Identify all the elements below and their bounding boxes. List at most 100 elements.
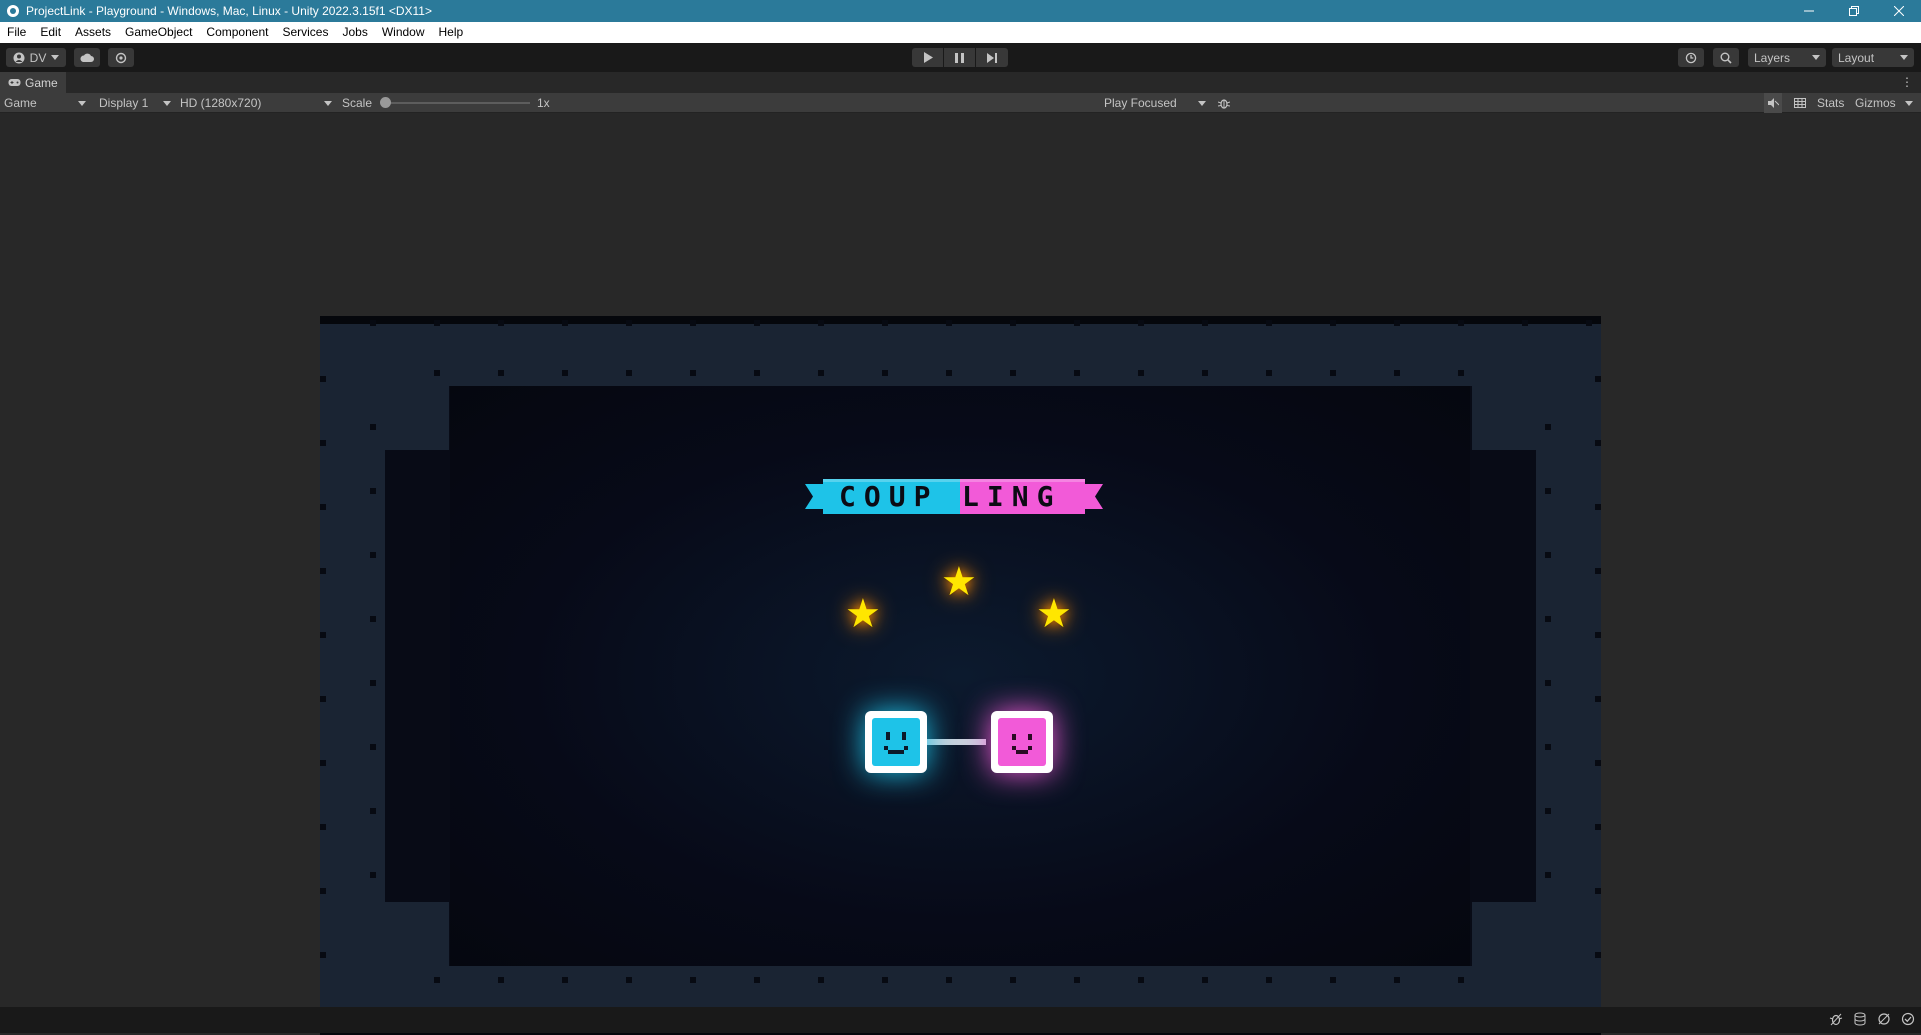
title-banner: COUP LING <box>805 479 1103 514</box>
wall-rivet <box>946 977 952 983</box>
resolution-select[interactable]: HD (1280x720) <box>176 93 336 113</box>
wall-rivet <box>498 320 504 326</box>
grid-button[interactable] <box>1790 93 1810 113</box>
minimize-button[interactable] <box>1786 0 1831 22</box>
wall-rivet <box>1266 370 1272 376</box>
wall-rivet <box>370 488 376 494</box>
wall-rivet <box>882 370 888 376</box>
stats-button[interactable]: Stats <box>1817 93 1844 113</box>
wall-rivet <box>1330 370 1336 376</box>
history-icon <box>1685 52 1697 63</box>
magenta-face <box>998 718 1046 766</box>
wall-rivet <box>370 616 376 622</box>
wall-rivet <box>1266 977 1272 983</box>
wall-rivet <box>320 504 326 510</box>
wall-rivet <box>946 320 952 326</box>
wall-rivet <box>754 370 760 376</box>
wall-rivet <box>1202 977 1208 983</box>
menu-component[interactable]: Component <box>199 22 275 43</box>
gizmos-dropdown[interactable] <box>1905 93 1913 113</box>
bug-icon <box>1218 99 1230 109</box>
wall-rivet <box>562 370 568 376</box>
wall-rivet <box>1545 616 1551 622</box>
menu-edit[interactable]: Edit <box>33 22 68 43</box>
cyan-player <box>865 711 927 773</box>
auto-gen-lighting-icon[interactable] <box>1877 1012 1891 1026</box>
search-button[interactable] <box>1713 48 1739 67</box>
wall-rivet <box>1595 760 1601 766</box>
wall-rivet <box>498 370 504 376</box>
check-icon[interactable] <box>1901 1012 1915 1026</box>
wall-rivet <box>370 552 376 558</box>
wall-rivet <box>818 320 824 326</box>
corner-block-br <box>1472 902 1536 966</box>
wall-rivet <box>1138 977 1144 983</box>
menu-help[interactable]: Help <box>432 22 471 43</box>
layout-dropdown[interactable]: Layout <box>1832 48 1914 67</box>
wall-rivet <box>434 977 440 983</box>
wall-rivet <box>434 320 440 326</box>
wall-rivet <box>1458 370 1464 376</box>
wall-rivet <box>320 440 326 446</box>
wall-rivet <box>370 320 376 326</box>
collab-icon <box>115 52 127 63</box>
search-icon <box>1720 52 1732 64</box>
wall-rivet <box>818 977 824 983</box>
collab-button[interactable] <box>108 48 134 67</box>
view-select[interactable]: Game <box>0 93 90 113</box>
chevron-down-icon <box>324 100 332 106</box>
display-select[interactable]: Display 1 <box>95 93 175 113</box>
chevron-down-icon <box>1198 100 1206 106</box>
layers-label: Layers <box>1754 50 1791 65</box>
cache-icon[interactable] <box>1853 1012 1867 1026</box>
tab-bar: Game ⋮ <box>0 72 1921 93</box>
wall-rivet <box>498 977 504 983</box>
close-button[interactable] <box>1876 0 1921 22</box>
layers-dropdown[interactable]: Layers <box>1748 48 1826 67</box>
cyan-face <box>872 718 920 766</box>
scale-slider-thumb[interactable] <box>380 97 391 108</box>
history-button[interactable] <box>1678 48 1704 67</box>
menu-window[interactable]: Window <box>375 22 432 43</box>
pause-button[interactable] <box>944 48 976 67</box>
menu-gameobject[interactable]: GameObject <box>118 22 199 43</box>
corner-block-tr <box>1472 386 1536 450</box>
wall-rivet <box>320 824 326 830</box>
smiley-icon <box>1012 734 1032 754</box>
wall-rivet <box>1138 370 1144 376</box>
play-button[interactable] <box>912 48 944 67</box>
cloud-icon <box>80 53 94 62</box>
cloud-button[interactable] <box>74 48 100 67</box>
game-render-frame[interactable]: COUP LING ★ ★ ★ <box>320 316 1601 1035</box>
game-view[interactable]: COUP LING ★ ★ ★ <box>0 113 1921 1035</box>
wall-rivet <box>370 680 376 686</box>
menu-jobs[interactable]: Jobs <box>335 22 374 43</box>
scale-slider-track[interactable] <box>384 102 530 104</box>
debug-button[interactable] <box>1215 93 1233 113</box>
wall-rivet <box>1010 977 1016 983</box>
step-button[interactable] <box>976 48 1008 67</box>
gizmos-button[interactable]: Gizmos <box>1855 93 1896 113</box>
mute-audio-button[interactable] <box>1764 93 1782 113</box>
restore-icon <box>1848 6 1859 16</box>
tab-game[interactable]: Game <box>0 72 66 93</box>
magenta-player <box>991 711 1053 773</box>
play-mode-select[interactable]: Play Focused <box>1100 93 1210 113</box>
menu-assets[interactable]: Assets <box>68 22 118 43</box>
wall-rivet <box>1522 320 1528 326</box>
wall-rivet <box>1074 370 1080 376</box>
wall-rivet <box>882 977 888 983</box>
menu-file[interactable]: File <box>0 22 33 43</box>
restore-button[interactable] <box>1831 0 1876 22</box>
window-controls <box>1786 0 1921 22</box>
wall-rivet <box>1595 632 1601 638</box>
wall-rivet <box>1202 320 1208 326</box>
account-dropdown[interactable]: DV <box>6 48 66 67</box>
more-options-icon[interactable]: ⋮ <box>1901 75 1913 89</box>
wall-rivet <box>370 872 376 878</box>
gamepad-icon <box>8 79 21 86</box>
debug-icon[interactable] <box>1829 1012 1843 1026</box>
menu-services[interactable]: Services <box>275 22 335 43</box>
wall-rivet <box>562 977 568 983</box>
wall-rivet <box>1545 808 1551 814</box>
